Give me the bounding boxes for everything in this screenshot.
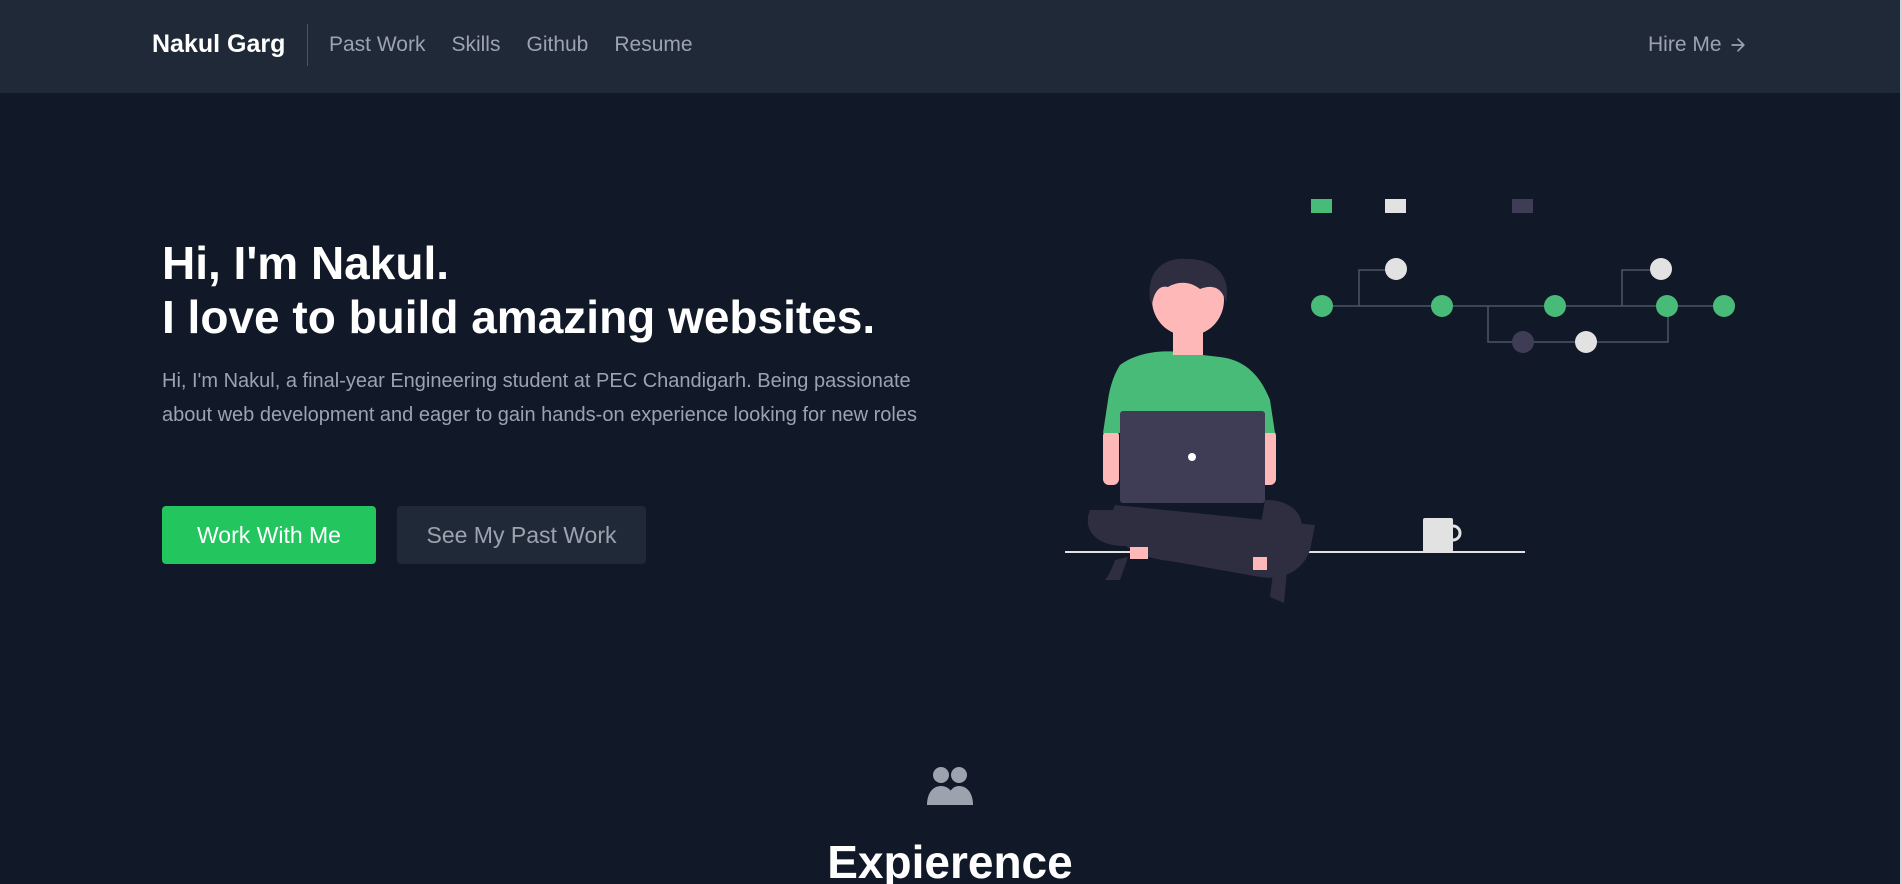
arrow-right-icon xyxy=(1730,38,1745,52)
see-past-work-button[interactable]: See My Past Work xyxy=(397,506,646,564)
legend-square-green xyxy=(1311,199,1332,213)
nav-link-github[interactable]: Github xyxy=(526,33,588,57)
nav-link-past-work[interactable]: Past Work xyxy=(329,33,425,57)
hero-title: Hi, I'm Nakul. I love to build amazing w… xyxy=(162,236,875,344)
hero-description: Hi, I'm Nakul, a final-year Engineering … xyxy=(162,370,917,426)
nav-divider xyxy=(307,24,308,66)
nav-link-resume[interactable]: Resume xyxy=(614,33,692,57)
users-icon xyxy=(927,767,973,805)
experience-title: Expierence xyxy=(827,836,1073,884)
hire-me-link[interactable]: Hire Me xyxy=(1648,33,1748,57)
legend-square-white xyxy=(1385,199,1406,213)
developer-illustration xyxy=(1065,199,1735,603)
brand-logo-link[interactable]: Nakul Garg xyxy=(152,30,285,59)
nav-links: Past Work Skills Github Resume xyxy=(329,33,693,57)
hire-me-label: Hire Me xyxy=(1648,33,1722,56)
hero-title-line-2: I love to build amazing websites. xyxy=(162,291,876,343)
coffee-mug xyxy=(1423,518,1462,552)
top-navbar: Nakul Garg Past Work Skills Github Resum… xyxy=(0,0,1900,93)
hero-title-line-1: Hi, I'm Nakul. xyxy=(162,237,450,289)
legend-square-dark xyxy=(1512,199,1533,213)
work-with-me-button[interactable]: Work With Me xyxy=(162,506,376,564)
nav-link-skills[interactable]: Skills xyxy=(451,33,500,57)
